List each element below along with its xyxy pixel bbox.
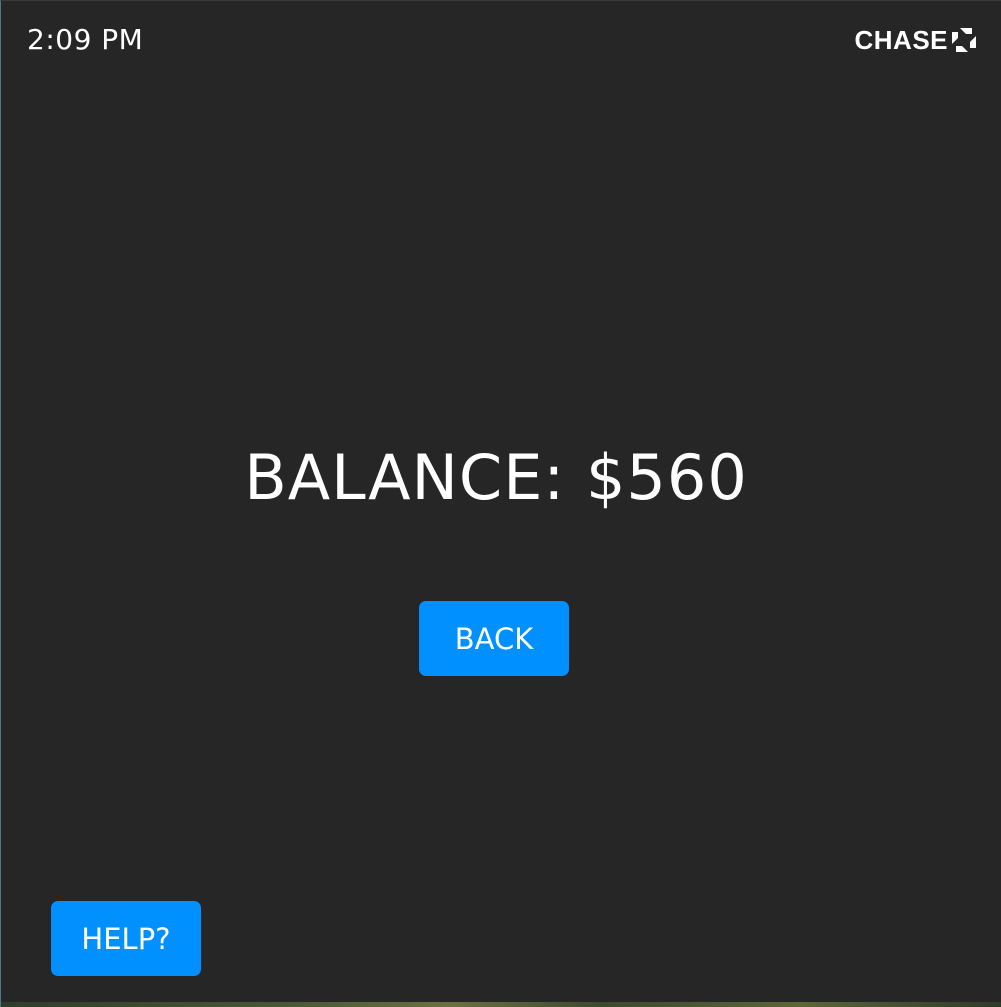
brand-name: CHASE [854,25,948,55]
help-button-label: HELP? [81,921,171,956]
background-strip [1,1002,1001,1007]
back-button-label: BACK [454,621,534,656]
clock-time: 2:09 PM [27,23,144,56]
atm-screen: 2:09 PM CHASE BALANCE: $560 BACK HELP? [0,0,1001,1007]
balance-display: BALANCE: $560 [244,441,748,514]
back-button[interactable]: BACK [419,601,569,676]
chase-logo-icon [952,28,976,52]
help-button[interactable]: HELP? [51,901,201,976]
chase-brand: CHASE [854,27,976,53]
